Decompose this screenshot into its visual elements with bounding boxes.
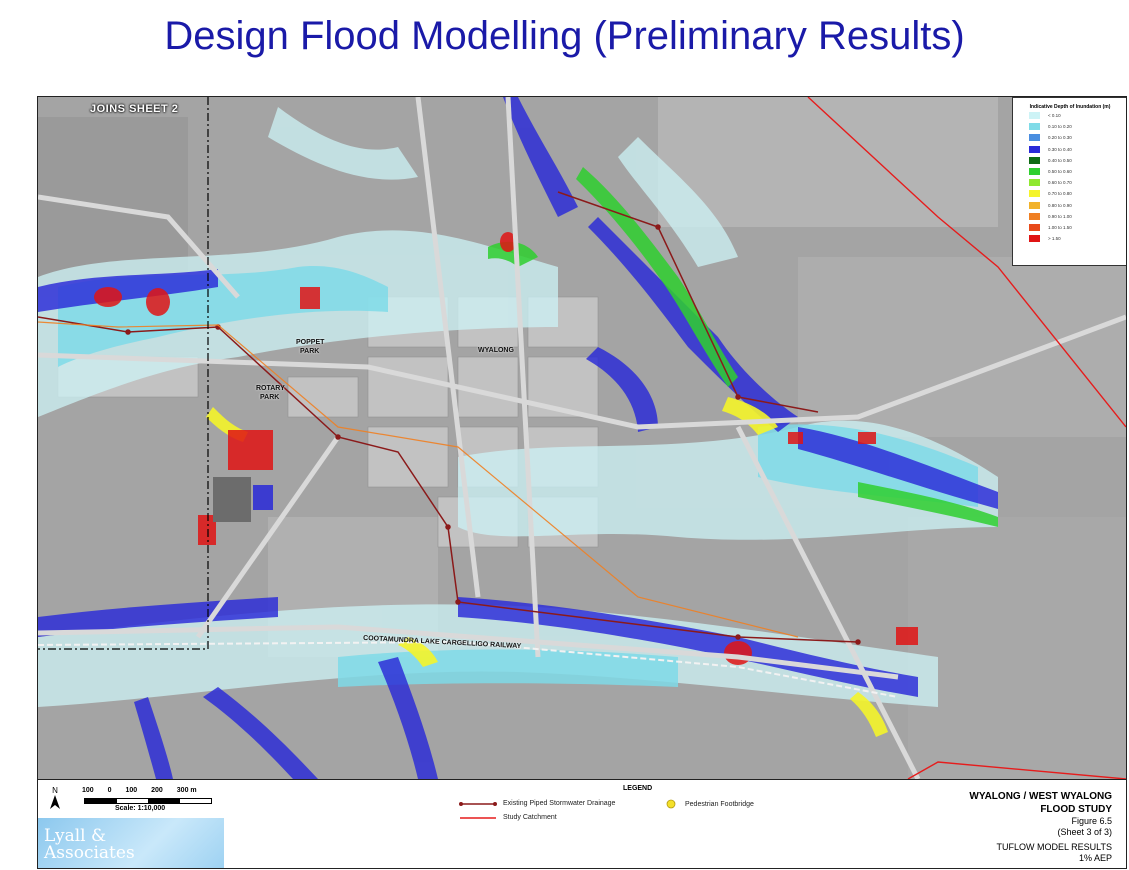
depth-legend-label: 0.60 to 0.70 [1048,180,1072,186]
depth-legend-swatch [1029,179,1040,187]
depth-legend-label: 0.40 to 0.50 [1048,157,1072,163]
legend-catchment-label: Study Catchment [503,814,557,821]
paddock [908,517,1126,779]
legend-drainage-label: Existing Piped Stormwater Drainage [503,800,616,807]
study-title-line-2: FLOOD STUDY [1040,804,1112,815]
study-title: WYALONG / WEST WYALONG FLOOD STUDY [969,790,1112,816]
paddock [798,257,1126,437]
info-bar: N 100 0 100 200 300 m Scale: 1:10,000 Ly… [37,779,1127,869]
north-label: N [52,786,58,795]
logo-line-2: Associates [44,843,135,863]
depth-legend-swatch [1029,212,1040,220]
depth-legend-label: 0.90 to 1.00 [1048,213,1072,219]
logo-line-1: Lyall & [44,826,107,846]
scale-bar [84,798,212,804]
depth-legend-label: 0.70 to 0.80 [1048,191,1072,197]
depth-legend-swatch [1029,112,1040,120]
figure-info: Figure 6.5 (Sheet 3 of 3) [1057,816,1112,838]
depth-legend-row: 0.80 to 0.90 [1029,200,1126,211]
depth-legend-label: 0.30 to 0.40 [1048,146,1072,152]
depth-legend-row: 0.40 to 0.50 [1029,155,1126,166]
depth-legend-row: 0.90 to 1.00 [1029,211,1126,222]
depth-legend-row: 1.00 to 1.50 [1029,222,1126,233]
paddock [658,97,998,227]
depth-legend-label: 0.50 to 0.60 [1048,169,1072,175]
depth-legend-swatch [1029,235,1040,243]
label-rotary-park-1: ROTARY [256,385,285,392]
depth-legend-rows: < 0.10 0.10 to 0.20 0.20 to 0.30 0.30 to 0.… [1013,110,1126,244]
legend-footbridge-label: Pedestrian Footbridge [685,800,754,808]
label-wyalong: WYALONG [478,347,514,354]
company-logo: Lyall & Associates [38,818,224,868]
depth-legend-swatch [1029,156,1040,164]
model-info: TUFLOW MODEL RESULTS 1% AEP [996,842,1112,864]
depth-legend-swatch [1029,168,1040,176]
depth-legend-row: 0.20 to 0.30 [1029,132,1126,143]
joins-sheet-label: JOINS SHEET 2 [90,103,179,115]
depth-legend-label: < 0.10 [1048,113,1061,119]
depth-legend-swatch [1029,145,1040,153]
basin [253,485,273,510]
slide-title: Design Flood Modelling (Preliminary Resu… [164,14,965,58]
depth-legend-label: 1.00 to 1.50 [1048,224,1072,230]
label-poppet-park-1: POPPET [296,339,325,346]
model-results-label: TUFLOW MODEL RESULTS [996,842,1112,852]
depth-legend-row: 0.60 to 0.70 [1029,177,1126,188]
depth-legend-row: 0.70 to 0.80 [1029,188,1126,199]
map-canvas [38,97,1126,779]
scale-tick: 200 [151,787,163,794]
catchment-symbol-icon [460,816,496,819]
depth-legend-swatch [1029,223,1040,231]
flood-map[interactable]: JOINS SHEET 2 WYALONG POPPET PARK ROTARY… [37,96,1127,780]
label-rotary-park-2: PARK [260,394,280,401]
model-aep-label: 1% AEP [1078,853,1112,863]
north-arrow-icon [50,795,60,809]
footbridge-symbol-icon [666,799,676,809]
depth-legend-swatch [1029,134,1040,142]
depth-legend: Indicative Depth of Inundation (m) < 0.1… [1012,97,1126,266]
depth-legend-label: > 1.50 [1048,236,1061,242]
depth-legend-row: 0.50 to 0.60 [1029,166,1126,177]
depth-legend-row: 0.10 to 0.20 [1029,121,1126,132]
depth-legend-row: 0.30 to 0.40 [1029,144,1126,155]
depth-legend-row: > 1.50 [1029,233,1126,244]
scale-tick: 100 [125,787,138,794]
north-arrow: N [50,786,60,811]
scale-ticks: 100 0 100 200 300 m [82,787,209,794]
depth-legend-label: 0.20 to 0.30 [1048,135,1072,141]
scale-tick: 300 m [176,787,197,794]
depth-legend-swatch [1029,201,1040,209]
scale-tick: 0 [107,787,112,794]
car-park [213,477,251,522]
depth-legend-label: 0.10 to 0.20 [1048,124,1072,130]
depth-legend-swatch [1029,123,1040,131]
legend-item-catchment: Study Catchment [458,814,557,821]
legend-heading: LEGEND [623,785,653,792]
depth-legend-label: 0.80 to 0.90 [1048,202,1072,208]
legend-item-drainage: Existing Piped Stormwater Drainage [458,800,615,807]
figure-sheet: (Sheet 3 of 3) [1057,827,1112,837]
scale-caption: Scale: 1:10,000 [115,805,166,812]
depth-legend-row: < 0.10 [1029,110,1126,121]
legend-item-footbridge: Pedestrian Footbridge [666,799,754,809]
depth-legend-swatch [1029,190,1040,198]
label-poppet-park-2: PARK [300,348,320,355]
drainage-symbol-icon [459,801,497,806]
figure-number: Figure 6.5 [1071,816,1112,826]
study-title-line-1: WYALONG / WEST WYALONG [969,791,1112,802]
depth-legend-title: Indicative Depth of Inundation (m) [1029,104,1111,110]
scale-tick: 100 [82,787,94,794]
